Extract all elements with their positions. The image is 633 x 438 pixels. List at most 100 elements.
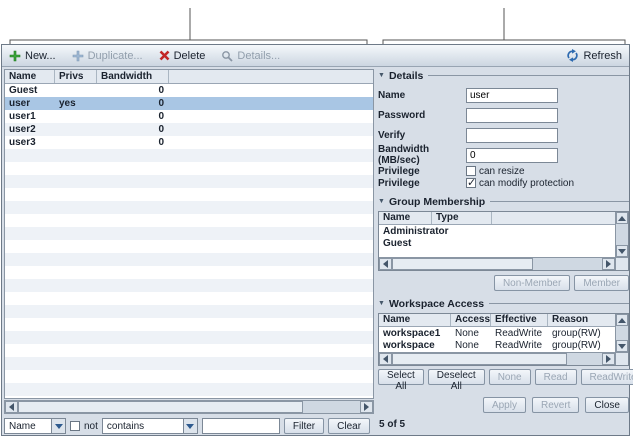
- filter-bar: Name not contains Filter Clear: [4, 417, 374, 435]
- filter-field-value: Name: [9, 420, 36, 432]
- group-table-hscrollbar[interactable]: [379, 257, 615, 270]
- scrollbar-track[interactable]: [533, 258, 602, 270]
- scroll-left-arrow[interactable]: [379, 353, 392, 365]
- scrollbar-track[interactable]: [567, 353, 602, 365]
- clear-button[interactable]: Clear: [328, 418, 371, 434]
- scroll-down-arrow[interactable]: [616, 340, 628, 352]
- scrollbar-thumb[interactable]: [392, 258, 533, 270]
- non-member-button[interactable]: Non-Member: [493, 275, 571, 291]
- cell-reason: group(RW): [552, 339, 601, 351]
- group-membership-title: Group Membership: [388, 195, 486, 208]
- section-rule: [490, 201, 629, 202]
- details-section-header[interactable]: ▼ Details: [378, 69, 629, 82]
- readwrite-button[interactable]: ReadWrite: [580, 369, 633, 385]
- bandwidth-field[interactable]: [466, 147, 558, 163]
- column-header-type[interactable]: Type: [432, 212, 492, 224]
- name-field[interactable]: [466, 87, 558, 103]
- column-header-privs[interactable]: Privs: [55, 70, 97, 83]
- new-button[interactable]: New...: [9, 50, 56, 62]
- table-row[interactable]: user3 0: [5, 136, 373, 149]
- group-table-vscrollbar[interactable]: [615, 212, 628, 257]
- workspace-row[interactable]: workspace None ReadWrite group(RW): [379, 339, 615, 351]
- column-header-name[interactable]: Name: [5, 70, 55, 83]
- read-button[interactable]: Read: [534, 369, 577, 385]
- chevron-down-icon[interactable]: [51, 419, 65, 433]
- column-header-reason[interactable]: Reason: [548, 314, 615, 326]
- select-all-button[interactable]: Select All: [378, 369, 424, 392]
- delete-button[interactable]: Delete: [159, 50, 205, 62]
- group-membership-section-header[interactable]: ▼ Group Membership: [378, 195, 629, 208]
- name-field-label: Name: [378, 89, 406, 101]
- scroll-right-arrow[interactable]: [602, 353, 615, 365]
- bandwidth-field-label: Bandwidth (MB/sec): [378, 144, 430, 166]
- table-row[interactable]: Guest 0: [5, 84, 373, 97]
- cell-name: Guest: [9, 85, 38, 96]
- scrollbar-thumb[interactable]: [18, 401, 304, 413]
- magnifier-icon: [222, 50, 234, 62]
- refresh-icon: [567, 49, 579, 62]
- collapse-triangle-icon[interactable]: ▼: [378, 300, 385, 307]
- deselect-all-button[interactable]: Deselect All: [427, 369, 485, 392]
- scroll-up-arrow[interactable]: [616, 314, 628, 326]
- group-table-header: Name Type: [379, 212, 615, 225]
- filter-button[interactable]: Filter: [283, 418, 325, 434]
- filter-value-input[interactable]: [201, 418, 280, 434]
- scroll-right-arrow[interactable]: [602, 258, 615, 270]
- user-table-hscrollbar[interactable]: [4, 400, 374, 414]
- group-table-content: Name Type Administrator Guest: [379, 212, 615, 257]
- filter-field-select[interactable]: Name: [4, 418, 66, 434]
- password-field-row: Password: [378, 105, 629, 125]
- workspace-table-vscrollbar[interactable]: [615, 314, 628, 352]
- scroll-left-arrow[interactable]: [379, 258, 392, 270]
- scroll-right-arrow[interactable]: [360, 401, 373, 413]
- column-header-name[interactable]: Name: [379, 212, 432, 224]
- can-modify-protection-checkbox[interactable]: [466, 176, 476, 189]
- group-row[interactable]: Guest: [379, 237, 615, 249]
- new-button-label: New...: [25, 49, 56, 62]
- apply-button[interactable]: Apply: [482, 397, 526, 413]
- cell-privs: yes: [59, 98, 76, 109]
- details-button[interactable]: Details...: [221, 50, 280, 62]
- close-button[interactable]: Close: [585, 397, 629, 413]
- column-header-effective[interactable]: Effective: [491, 314, 548, 326]
- workspace-access-section-header[interactable]: ▼ Workspace Access: [378, 297, 629, 310]
- scrollbar-track[interactable]: [303, 401, 360, 413]
- workspace-table-hscrollbar[interactable]: [379, 352, 615, 365]
- filter-operator-select[interactable]: contains: [101, 418, 198, 434]
- plus-icon: [9, 50, 21, 61]
- password-field[interactable]: [466, 107, 558, 123]
- scroll-up-arrow[interactable]: [616, 212, 628, 224]
- can-resize-label: can resize: [479, 165, 525, 177]
- not-checkbox[interactable]: [70, 421, 80, 431]
- scroll-left-arrow[interactable]: [5, 401, 18, 413]
- user-table-header: Name Privs Bandwidth: [5, 70, 373, 84]
- column-header-name[interactable]: Name: [379, 314, 451, 326]
- section-rule: [428, 75, 629, 76]
- verify-field[interactable]: [466, 127, 558, 143]
- column-header-access[interactable]: Access: [451, 314, 491, 326]
- column-header-filler: [492, 212, 615, 224]
- toolbar: New... Duplicate... Delete Details... Re…: [2, 45, 629, 67]
- member-button[interactable]: Member: [574, 275, 629, 291]
- table-row[interactable]: user1 0: [5, 110, 373, 123]
- scrollbar-thumb[interactable]: [392, 353, 568, 365]
- scrollbar-corner: [615, 257, 628, 270]
- delete-x-icon: [159, 50, 170, 61]
- table-row-selected[interactable]: user yes 0: [5, 97, 373, 110]
- revert-button[interactable]: Revert: [531, 397, 580, 413]
- verify-field-row: Verify: [378, 125, 629, 145]
- column-header-bandwidth[interactable]: Bandwidth: [97, 70, 169, 83]
- cell-access: None: [455, 339, 479, 351]
- cell-group-name: Administrator: [383, 225, 449, 237]
- none-button[interactable]: None: [488, 369, 531, 385]
- refresh-button[interactable]: Refresh: [566, 49, 622, 62]
- collapse-triangle-icon[interactable]: ▼: [378, 198, 385, 205]
- table-row[interactable]: user2 0: [5, 123, 373, 136]
- can-resize-checkbox[interactable]: [466, 166, 476, 176]
- duplicate-button[interactable]: Duplicate...: [72, 50, 143, 62]
- scroll-down-arrow[interactable]: [616, 245, 628, 257]
- collapse-triangle-icon[interactable]: ▼: [378, 72, 385, 79]
- group-row[interactable]: Administrator: [379, 225, 615, 237]
- chevron-down-icon[interactable]: [182, 419, 197, 433]
- workspace-row[interactable]: workspace1 None ReadWrite group(RW): [379, 327, 615, 339]
